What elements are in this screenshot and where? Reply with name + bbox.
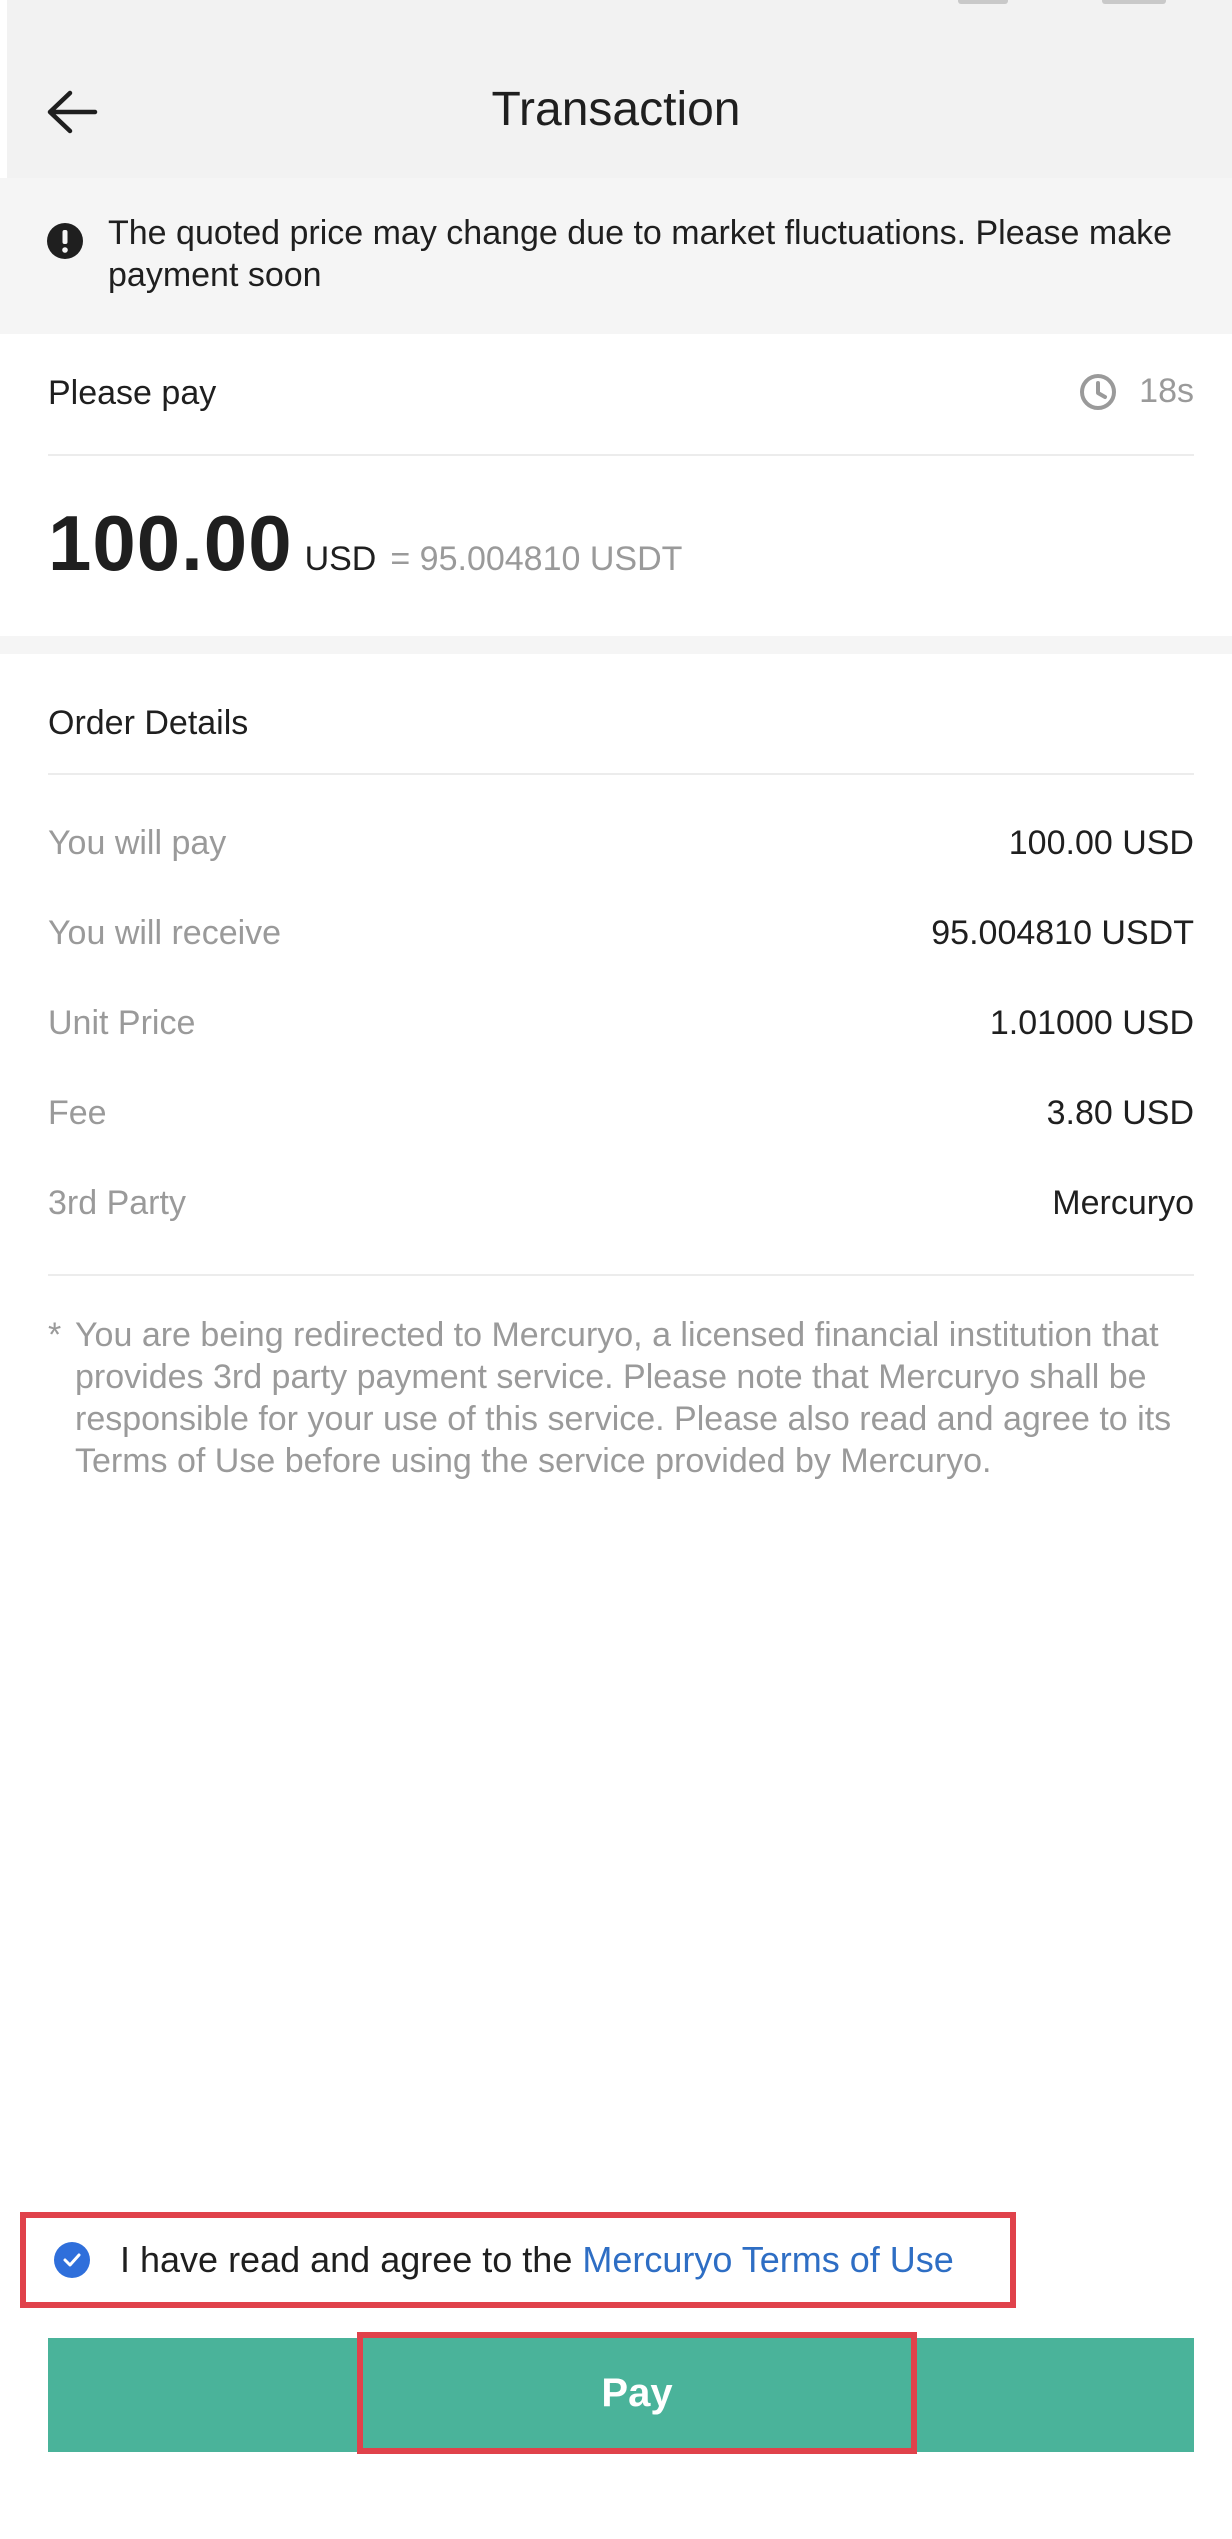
detail-value: 3.80 USD [1046,1094,1194,1132]
agree-checkbox[interactable] [54,2242,90,2278]
alert-circle-icon [47,223,83,259]
divider [48,1274,1194,1276]
detail-label: 3rd Party [48,1184,186,1222]
detail-row-third-party: 3rd Party Mercuryo [48,1184,1194,1223]
detail-row-you-will-receive: You will receive 95.004810 USDT [48,914,1194,953]
agree-text: I have read and agree to the [120,2239,573,2280]
terms-of-use-link[interactable]: Mercuryo Terms of Use [582,2239,953,2281]
crypto-equivalent: = 95.004810 USDT [390,540,683,578]
disclaimer-text: You are being redirected to Mercuryo, a … [75,1316,1172,1480]
detail-label: Unit Price [48,1004,196,1042]
detail-row-fee: Fee 3.80 USD [48,1094,1194,1133]
redirect-disclaimer: * You are being redirected to Mercuryo, … [48,1314,1198,1482]
pay-button[interactable]: Pay [357,2332,917,2454]
detail-row-unit-price: Unit Price 1.01000 USD [48,1004,1194,1043]
disclaimer-marker: * [48,1316,62,1354]
detail-label: You will pay [48,824,227,862]
amount-display: 100.00 USD = 95.004810 USDT [48,498,682,589]
pay-amount: 100.00 [48,499,293,587]
status-bar-signal-icon [958,0,1008,4]
detail-value: 1.01000 USD [989,1004,1194,1042]
detail-label: Fee [48,1094,107,1132]
pay-currency: USD [304,540,377,578]
divider [48,773,1194,775]
detail-value: Mercuryo [1052,1184,1194,1222]
page-title: Transaction [491,83,741,136]
order-details-title: Order Details [48,704,249,742]
section-separator [0,636,1232,654]
clock-icon [1080,373,1117,410]
please-pay-label: Please pay [48,374,217,412]
countdown-value: 18s [1139,372,1194,410]
countdown-timer: 18s [1079,372,1194,411]
status-bar-battery-icon [1102,0,1166,4]
divider [48,454,1194,456]
detail-value: 95.004810 USDT [931,914,1194,952]
detail-value: 100.00 USD [1008,824,1194,862]
notice-text: The quoted price may change due to marke… [108,214,1173,294]
detail-row-you-will-pay: You will pay 100.00 USD [48,824,1194,863]
checkmark-icon [63,2253,81,2267]
detail-label: You will receive [48,914,282,952]
terms-agreement-row[interactable]: I have read and agree to the Mercuryo Te… [20,2212,1016,2308]
